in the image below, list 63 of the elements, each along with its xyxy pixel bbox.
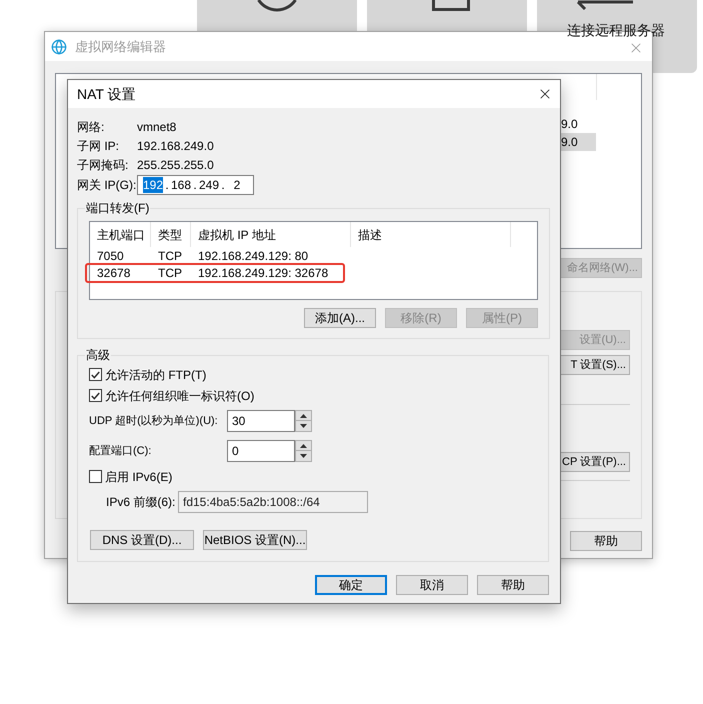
column-header[interactable]: 类型: [151, 222, 191, 247]
ip-separator: .: [164, 178, 170, 192]
caret-down-icon: [300, 454, 307, 458]
button[interactable]: NetBIOS 设置(N)...: [203, 530, 307, 550]
spin-down-button[interactable]: [295, 421, 312, 432]
spin-up-button[interactable]: [295, 410, 312, 421]
group-label: 高级: [85, 348, 111, 362]
window-title: NAT 设置: [77, 84, 136, 104]
table-cell-text: 192.168.249.129: 80: [197, 248, 310, 264]
ip-octet[interactable]: 249: [199, 177, 219, 193]
field-label: IPv6 前缀(6):: [106, 494, 176, 511]
table-cell-text: 7050: [96, 248, 125, 264]
table-cell-text: 192.168.249.129: 32678: [197, 264, 330, 281]
info-label: 网络:: [77, 118, 104, 136]
ip-octet[interactable]: 192: [143, 177, 163, 193]
info-label: 子网 IP:: [77, 138, 120, 154]
checkbox[interactable]: [89, 389, 102, 402]
field-label: 配置端口(C):: [89, 444, 152, 459]
checkbox-label[interactable]: 允许活动的 FTP(T): [105, 366, 206, 384]
info-value: 255.255.255.0: [137, 156, 214, 174]
table-cell-text: 32678: [96, 264, 132, 281]
checkbox-label[interactable]: 启用 IPv6(E): [105, 468, 172, 486]
table-cell-text: TCP: [157, 264, 183, 281]
column-header[interactable]: 描述: [351, 222, 511, 247]
checkbox[interactable]: [89, 470, 102, 483]
info-label: 子网掩码:: [77, 156, 128, 174]
column-header[interactable]: 虚拟机 IP 地址: [191, 222, 351, 247]
spin-down-button[interactable]: [295, 451, 312, 462]
number-field[interactable]: 0: [227, 440, 295, 462]
tile-label: 连接远程服务器: [567, 22, 665, 38]
spin-up-button[interactable]: [295, 440, 312, 451]
ip-octet[interactable]: 2: [227, 177, 247, 193]
field-label: 网关 IP(G):: [77, 177, 136, 194]
table-cell-text: TCP: [157, 248, 183, 264]
button[interactable]: 帮助: [477, 575, 549, 595]
ip-octet[interactable]: 168: [171, 177, 191, 193]
button[interactable]: 帮助: [570, 531, 642, 551]
arrow-left-icon: [575, 0, 633, 10]
button[interactable]: DNS 设置(D)...: [90, 530, 194, 550]
number-field[interactable]: 30: [227, 410, 295, 432]
window-title: 虚拟网络编辑器: [75, 38, 166, 56]
checkmark-icon: [91, 392, 100, 400]
checkbox[interactable]: [89, 368, 102, 381]
checkmark-icon: [91, 370, 100, 378]
home-tile[interactable]: [367, 0, 527, 32]
caret-down-icon: [300, 424, 307, 428]
caret-up-icon: [300, 444, 307, 448]
group-label: 端口转发(F): [85, 201, 150, 215]
ip-address-field[interactable]: 192 . 168 . 249 . 2: [137, 175, 254, 195]
button[interactable]: 添加(A)...: [304, 308, 376, 328]
button[interactable]: 确定: [315, 575, 387, 595]
button[interactable]: 取消: [396, 575, 468, 595]
list-row[interactable]: 9.0: [561, 133, 596, 151]
checkbox-label[interactable]: 允许任何组织唯一标识符(O): [105, 386, 254, 404]
info-value: vmnet8: [137, 118, 176, 136]
column-header[interactable]: 主机端口: [90, 222, 151, 247]
home-tile[interactable]: [197, 0, 357, 32]
ip-separator: .: [192, 178, 198, 192]
globe-icon: [51, 38, 67, 54]
field-label: UDP 超时(以秒为单位)(U):: [89, 414, 218, 429]
ip-separator: .: [220, 178, 226, 192]
info-value: 192.168.249.0: [137, 138, 214, 154]
caret-up-icon: [300, 414, 307, 418]
